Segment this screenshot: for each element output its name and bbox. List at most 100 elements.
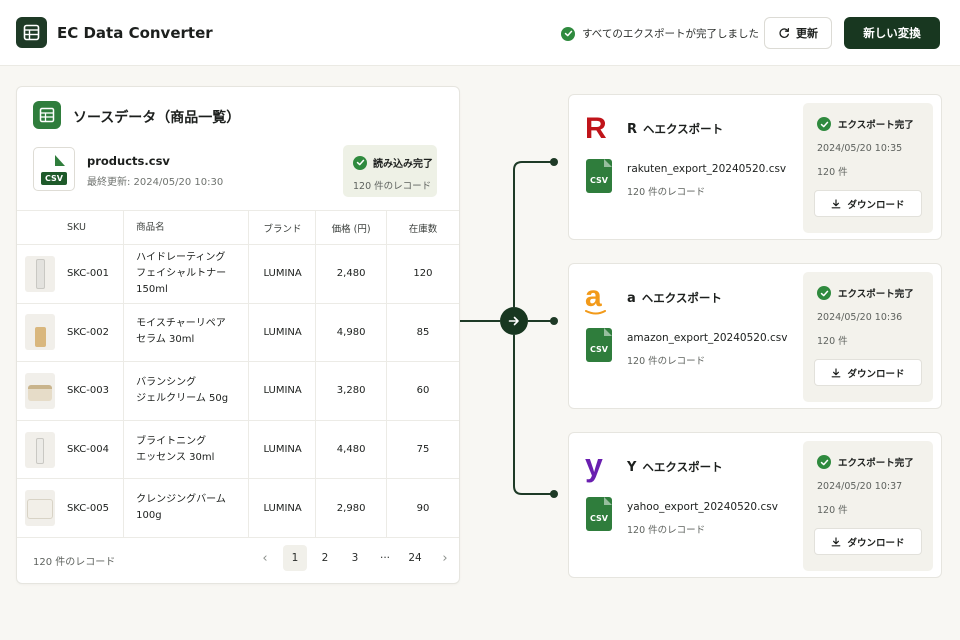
source-file-name: products.csv bbox=[87, 154, 170, 168]
load-status-badge: 読み込み完了 120 件のレコード bbox=[343, 145, 437, 197]
check-circle-icon bbox=[817, 286, 831, 300]
cell-product-name: クレンジングバーム 100g bbox=[123, 478, 249, 538]
column-header-stock[interactable]: 在庫数 bbox=[385, 210, 459, 245]
export-status-panel: エクスポート完了 2024/05/20 10:35 120 件 ダウンロード bbox=[803, 103, 933, 233]
prev-page-button[interactable]: ‹ bbox=[253, 545, 277, 571]
product-thumbnail bbox=[25, 490, 55, 527]
cell-product-name: ハイドレーティング フェイシャルトナー150ml bbox=[123, 244, 249, 304]
cell-stock: 60 bbox=[385, 361, 459, 421]
next-page-button[interactable]: › bbox=[433, 545, 457, 571]
download-button[interactable]: ダウンロード bbox=[814, 528, 922, 555]
page-button-1[interactable]: 1 bbox=[283, 545, 307, 571]
table-row[interactable]: SKC-004 ブライトニング エッセンス 30ml LUMINA 4,480 7… bbox=[17, 420, 459, 480]
cell-sku: SKC-002 bbox=[58, 303, 124, 363]
cell-product-name: モイスチャーリペア セラム 30ml bbox=[123, 303, 249, 363]
cell-sku: SKC-004 bbox=[58, 420, 124, 480]
product-thumbnail bbox=[25, 431, 55, 468]
export-status-text: エクスポート完了 bbox=[838, 120, 914, 131]
load-status-text: 読み込み完了 bbox=[373, 159, 433, 170]
cell-brand: LUMINA bbox=[248, 303, 316, 363]
csv-file-tag: CSV bbox=[41, 172, 67, 185]
export-count: 120 件 bbox=[817, 167, 848, 178]
source-data-card: ソースデータ（商品一覧） CSV products.csv 最終更新: 2024… bbox=[16, 86, 460, 584]
export-count: 120 件 bbox=[817, 336, 848, 347]
cell-brand: LUMINA bbox=[248, 361, 316, 421]
sheet-icon bbox=[33, 101, 61, 129]
download-button[interactable]: ダウンロード bbox=[814, 359, 922, 386]
cell-price: 2,980 bbox=[315, 478, 387, 538]
product-thumbnail bbox=[25, 372, 55, 409]
source-card-title: ソースデータ（商品一覧） bbox=[73, 110, 241, 126]
cell-stock: 120 bbox=[385, 244, 459, 304]
page-button-24[interactable]: 24 bbox=[403, 545, 427, 571]
column-header-name[interactable]: 商品名 bbox=[123, 210, 249, 245]
cell-stock: 75 bbox=[385, 420, 459, 480]
check-circle-icon bbox=[817, 455, 831, 469]
export-status-text: エクスポート完了 bbox=[838, 458, 914, 469]
check-circle-icon bbox=[353, 155, 367, 170]
export-timestamp: 2024/05/20 10:37 bbox=[817, 481, 903, 492]
load-record-count: 120 件のレコード bbox=[353, 181, 432, 192]
export-title: a ヘエクスポート bbox=[627, 291, 722, 306]
csv-file-icon: CSV bbox=[33, 147, 75, 191]
download-button[interactable]: ダウンロード bbox=[814, 190, 922, 217]
table-row[interactable]: SKC-005 クレンジングバーム 100g LUMINA 2,980 90 bbox=[17, 478, 459, 538]
page-ellipsis: ··· bbox=[379, 552, 390, 564]
convert-arrow-icon bbox=[500, 307, 528, 335]
column-header-price[interactable]: 価格 (円) bbox=[315, 210, 387, 245]
export-title: R ヘエクスポート bbox=[627, 122, 724, 137]
product-thumbnail bbox=[25, 255, 55, 292]
rakuten-logo-icon: R bbox=[585, 112, 607, 145]
table-row[interactable]: SKC-002 モイスチャーリペア セラム 30ml LUMINA 4,980 8… bbox=[17, 303, 459, 363]
export-timestamp: 2024/05/20 10:35 bbox=[817, 143, 903, 154]
cell-brand: LUMINA bbox=[248, 244, 316, 304]
cell-brand: LUMINA bbox=[248, 420, 316, 480]
export-record-count: 120 件のレコード bbox=[627, 356, 706, 367]
export-file-name: rakuten_export_20240520.csv bbox=[627, 163, 787, 175]
cell-price: 2,480 bbox=[315, 244, 387, 304]
cell-sku: SKC-005 bbox=[58, 478, 124, 538]
export-card-amazon: a a ヘエクスポート CSV amazon_export_20240520.cs… bbox=[568, 263, 942, 409]
table-record-count: 120 件のレコード bbox=[33, 557, 116, 568]
cell-price: 3,280 bbox=[315, 361, 387, 421]
csv-file-icon: CSV bbox=[586, 159, 612, 193]
export-record-count: 120 件のレコード bbox=[627, 525, 706, 536]
csv-file-icon: CSV bbox=[586, 328, 612, 362]
pagination: ‹ 1 2 3 ··· 24 › bbox=[253, 545, 457, 571]
cell-sku: SKC-003 bbox=[58, 361, 124, 421]
cell-brand: LUMINA bbox=[248, 478, 316, 538]
export-title: Y ヘエクスポート bbox=[627, 460, 723, 475]
products-table: SKU 商品名 ブランド 価格 (円) 在庫数 SKC-001 ハイドレーティン… bbox=[17, 210, 459, 538]
cell-product-name: ブライトニング エッセンス 30ml bbox=[123, 420, 249, 480]
export-status-panel: エクスポート完了 2024/05/20 10:36 120 件 ダウンロード bbox=[803, 272, 933, 402]
export-file-name: yahoo_export_20240520.csv bbox=[627, 501, 778, 513]
export-card-rakuten: R R ヘエクスポート CSV rakuten_export_20240520.c… bbox=[568, 94, 942, 240]
page-button-3[interactable]: 3 bbox=[343, 545, 367, 571]
amazon-logo-icon: a bbox=[585, 282, 609, 315]
download-icon bbox=[832, 536, 841, 546]
column-header-brand[interactable]: ブランド bbox=[248, 210, 316, 245]
export-status-text: エクスポート完了 bbox=[838, 289, 914, 300]
cell-stock: 85 bbox=[385, 303, 459, 363]
cell-price: 4,980 bbox=[315, 303, 387, 363]
cell-stock: 90 bbox=[385, 478, 459, 538]
cell-price: 4,480 bbox=[315, 420, 387, 480]
export-timestamp: 2024/05/20 10:36 bbox=[817, 312, 903, 323]
download-icon bbox=[832, 198, 841, 208]
table-header-row: SKU 商品名 ブランド 価格 (円) 在庫数 bbox=[17, 210, 459, 245]
csv-file-icon: CSV bbox=[586, 497, 612, 531]
export-status-panel: エクスポート完了 2024/05/20 10:37 120 件 ダウンロード bbox=[803, 441, 933, 571]
export-count: 120 件 bbox=[817, 505, 848, 516]
cell-product-name: バランシング ジェルクリーム 50g bbox=[123, 361, 249, 421]
column-header-sku[interactable]: SKU bbox=[58, 210, 124, 245]
table-row[interactable]: SKC-003 バランシング ジェルクリーム 50g LUMINA 3,280 6… bbox=[17, 361, 459, 421]
source-last-updated: 最終更新: 2024/05/20 10:30 bbox=[87, 177, 224, 188]
export-file-name: amazon_export_20240520.csv bbox=[627, 332, 788, 344]
check-circle-icon bbox=[817, 117, 831, 131]
export-card-yahoo: y Y ヘエクスポート CSV yahoo_export_20240520.csv… bbox=[568, 432, 942, 578]
cell-sku: SKC-001 bbox=[58, 244, 124, 304]
download-icon bbox=[832, 367, 841, 377]
export-record-count: 120 件のレコード bbox=[627, 187, 706, 198]
page-button-2[interactable]: 2 bbox=[313, 545, 337, 571]
table-row[interactable]: SKC-001 ハイドレーティング フェイシャルトナー150ml LUMINA 2… bbox=[17, 244, 459, 304]
